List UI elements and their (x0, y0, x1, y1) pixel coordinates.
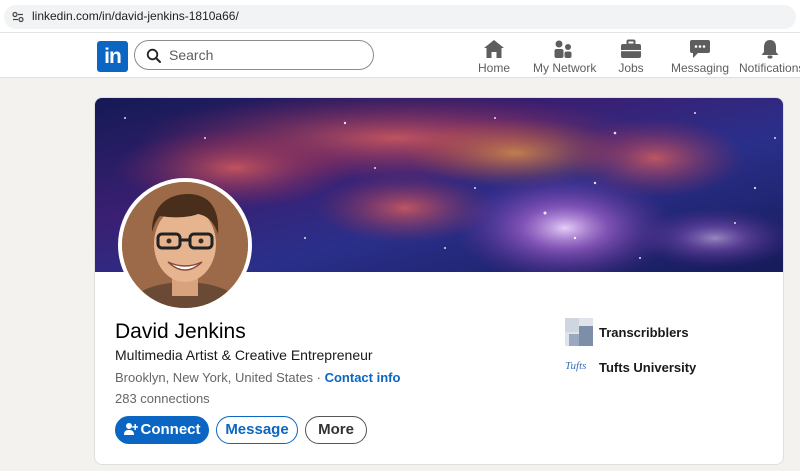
site-settings-icon[interactable] (12, 11, 24, 23)
home-icon (484, 40, 504, 58)
browser-address-bar: linkedin.com/in/david-jenkins-1810a66/ (0, 0, 800, 33)
nav-my-network-label: My Network (533, 61, 597, 75)
nav-jobs[interactable]: Jobs (612, 37, 650, 77)
profile-headline: Multimedia Artist & Creative Entrepreneu… (115, 347, 373, 363)
connect-button[interactable]: Connect (115, 416, 209, 444)
search-input[interactable] (169, 45, 359, 65)
briefcase-icon (621, 39, 641, 58)
nav-notifications[interactable]: Notifications (739, 37, 800, 77)
contact-info-link[interactable]: Contact info (325, 370, 401, 385)
connect-button-label: Connect (140, 421, 201, 438)
profile-card: David Jenkins Multimedia Artist & Creati… (94, 97, 784, 465)
org-transcribblers-label: Transcribblers (599, 325, 689, 340)
profile-name: David Jenkins (115, 320, 246, 343)
add-person-icon (123, 423, 138, 435)
nav-jobs-label: Jobs (618, 61, 644, 75)
url-text[interactable]: linkedin.com/in/david-jenkins-1810a66/ (32, 9, 239, 23)
connections-count: 283 connections (115, 391, 210, 406)
tufts-logo: Tufts (565, 360, 587, 372)
network-icon (554, 40, 572, 58)
org-tufts-label: Tufts University (599, 360, 697, 375)
more-button[interactable]: More (305, 416, 367, 444)
profile-avatar[interactable] (118, 178, 252, 312)
linkedin-logo[interactable]: in (97, 41, 128, 72)
message-button[interactable]: Message (216, 416, 298, 444)
transcribblers-logo (565, 318, 593, 346)
bell-icon (761, 40, 778, 59)
profile-location-line: Brooklyn, New York, United States · Cont… (115, 370, 400, 385)
nav-notifications-label: Notifications (739, 61, 800, 75)
nav-home-label: Home (477, 61, 510, 75)
search-icon (146, 48, 161, 63)
profile-location: Brooklyn, New York, United States (115, 370, 313, 385)
search-box[interactable] (134, 40, 374, 70)
nav-messaging[interactable]: Messaging (670, 37, 730, 77)
chat-icon (690, 40, 710, 58)
nav-messaging-label: Messaging (670, 61, 730, 75)
top-nav: in Home My Network Jobs (0, 33, 800, 78)
profile-photo (122, 182, 248, 308)
nav-home[interactable]: Home (474, 37, 514, 77)
location-separator: · (316, 370, 321, 385)
nav-my-network[interactable]: My Network (533, 37, 597, 77)
